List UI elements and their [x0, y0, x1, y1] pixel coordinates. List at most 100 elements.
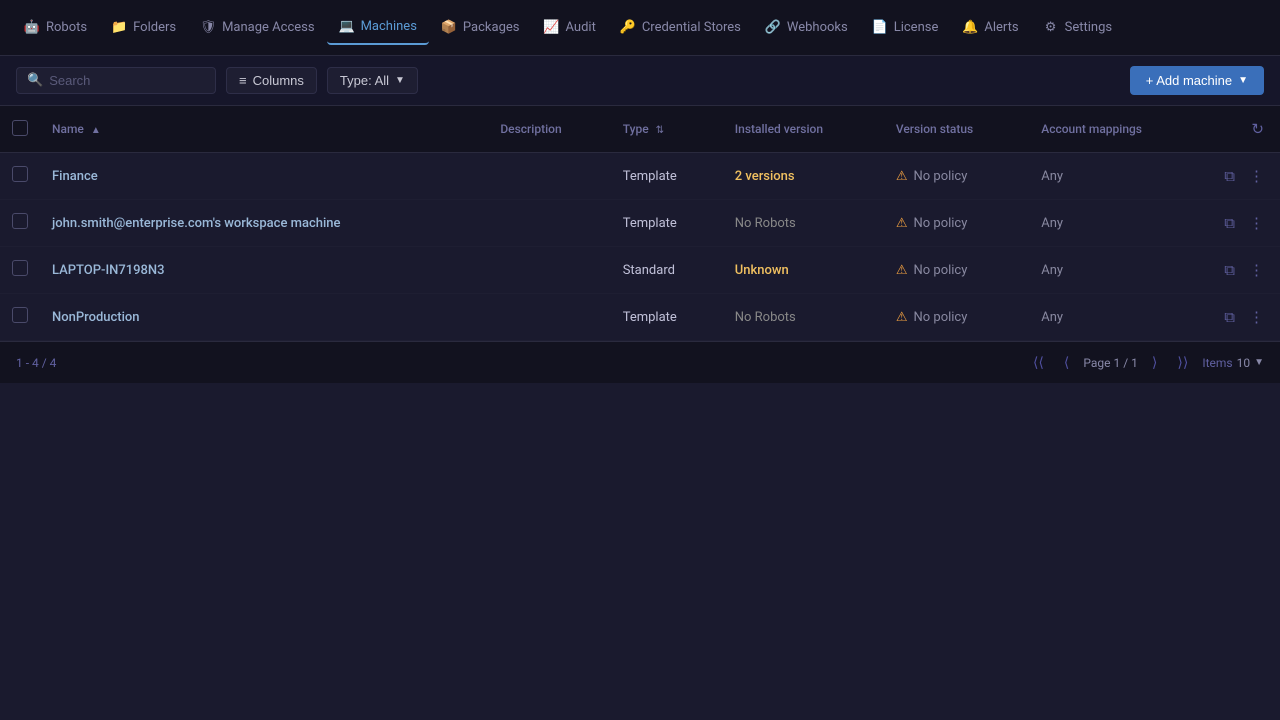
items-per-page[interactable]: Items 10 ▼	[1202, 356, 1264, 370]
page-count: 1 - 4 / 4	[16, 356, 56, 370]
table-body: Finance Template 2 versions ⚠ No policy …	[0, 153, 1280, 341]
col-account-mappings-label: Account mappings	[1041, 122, 1142, 136]
table-row: Finance Template 2 versions ⚠ No policy …	[0, 153, 1280, 200]
next-page-button[interactable]: ⟩	[1146, 352, 1163, 373]
col-type-label: Type	[623, 122, 649, 136]
nav-item-settings[interactable]: ⚙ Settings	[1031, 12, 1124, 44]
nav-item-machines[interactable]: 💻 Machines	[327, 11, 429, 45]
more-options-button-0[interactable]: ⋮	[1245, 163, 1268, 189]
nav-label-audit: Audit	[566, 20, 596, 35]
col-version-status: Version status	[884, 106, 1029, 153]
row-version-status-0: ⚠ No policy	[884, 153, 1029, 200]
row-account-mappings-1: Any	[1029, 200, 1208, 247]
row-account-mappings-2: Any	[1029, 247, 1208, 294]
search-box[interactable]: 🔍	[16, 67, 216, 94]
first-page-button[interactable]: ⟨⟨	[1027, 352, 1050, 373]
credential-icon: 🔑	[620, 20, 636, 36]
columns-icon: ≡	[239, 73, 247, 88]
type-filter-label: Type: All	[340, 73, 389, 88]
shield-icon: 🛡	[200, 20, 216, 36]
copy-button-3[interactable]: ⧉	[1220, 305, 1239, 330]
col-refresh[interactable]: ↻	[1208, 106, 1280, 153]
nav-label-manage-access: Manage Access	[222, 20, 315, 35]
row-account-mappings-3: Any	[1029, 294, 1208, 341]
nav-item-robots[interactable]: 🤖 Robots	[12, 12, 99, 44]
columns-button[interactable]: ≡ Columns	[226, 67, 317, 94]
copy-button-0[interactable]: ⧉	[1220, 164, 1239, 189]
machines-table-container: Name ▲ Description Type ⇅ Installed vers…	[0, 106, 1280, 341]
nav-label-credential-stores: Credential Stores	[642, 20, 741, 35]
machines-table: Name ▲ Description Type ⇅ Installed vers…	[0, 106, 1280, 341]
refresh-button[interactable]: ↻	[1247, 116, 1268, 142]
copy-button-2[interactable]: ⧉	[1220, 258, 1239, 283]
robot-icon: 🤖	[24, 20, 40, 36]
warning-icon-1: ⚠	[896, 216, 908, 231]
row-type-2: Standard	[611, 247, 723, 294]
nav-item-packages[interactable]: 📦 Packages	[429, 12, 532, 44]
row-version-status-3: ⚠ No policy	[884, 294, 1029, 341]
row-checkbox-2[interactable]	[12, 260, 28, 276]
row-description-0	[488, 153, 610, 200]
row-type-1: Template	[611, 200, 723, 247]
nav-label-folders: Folders	[133, 20, 176, 35]
nav-item-folders[interactable]: 📁 Folders	[99, 12, 188, 44]
nav-item-alerts[interactable]: 🔔 Alerts	[950, 12, 1030, 44]
row-checkbox-cell[interactable]	[0, 294, 40, 341]
row-checkbox-cell[interactable]	[0, 200, 40, 247]
row-name-3: NonProduction	[40, 294, 488, 341]
row-installed-version-1: No Robots	[723, 200, 884, 247]
col-type-sort-icon: ⇅	[656, 125, 664, 136]
row-name-0: Finance	[40, 153, 488, 200]
select-all-header[interactable]	[0, 106, 40, 153]
warning-icon-0: ⚠	[896, 169, 908, 184]
col-description: Description	[488, 106, 610, 153]
select-all-checkbox[interactable]	[12, 120, 28, 136]
row-name-2: LAPTOP-IN7198N3	[40, 247, 488, 294]
license-icon: 📄	[872, 20, 888, 36]
table-row: LAPTOP-IN7198N3 Standard Unknown ⚠ No po…	[0, 247, 1280, 294]
row-type-3: Template	[611, 294, 723, 341]
chevron-down-icon: ▼	[395, 75, 405, 86]
col-name-label: Name	[52, 122, 84, 136]
row-checkbox-1[interactable]	[12, 213, 28, 229]
col-version-status-label: Version status	[896, 122, 973, 136]
row-type-0: Template	[611, 153, 723, 200]
row-checkbox-0[interactable]	[12, 166, 28, 182]
nav-label-license: License	[894, 20, 939, 35]
row-description-2	[488, 247, 610, 294]
copy-button-1[interactable]: ⧉	[1220, 211, 1239, 236]
row-checkbox-3[interactable]	[12, 307, 28, 323]
col-account-mappings: Account mappings	[1029, 106, 1208, 153]
prev-page-button[interactable]: ⟨	[1058, 352, 1075, 373]
nav-label-alerts: Alerts	[984, 20, 1018, 35]
search-input[interactable]	[49, 73, 205, 88]
more-options-button-1[interactable]: ⋮	[1245, 210, 1268, 236]
nav-item-license[interactable]: 📄 License	[860, 12, 951, 44]
row-description-1	[488, 200, 610, 247]
nav-item-manage-access[interactable]: 🛡 Manage Access	[188, 12, 327, 44]
search-icon: 🔍	[27, 73, 43, 88]
col-installed-version-label: Installed version	[735, 122, 823, 136]
packages-icon: 📦	[441, 20, 457, 36]
row-checkbox-cell[interactable]	[0, 247, 40, 294]
nav-item-audit[interactable]: 📈 Audit	[532, 12, 608, 44]
more-options-button-3[interactable]: ⋮	[1245, 304, 1268, 330]
status-text-3: No policy	[913, 310, 967, 325]
type-filter-button[interactable]: Type: All ▼	[327, 67, 418, 94]
more-options-button-2[interactable]: ⋮	[1245, 257, 1268, 283]
add-machine-label: + Add machine	[1146, 73, 1232, 88]
col-name[interactable]: Name ▲	[40, 106, 488, 153]
last-page-button[interactable]: ⟩⟩	[1171, 352, 1194, 373]
row-actions-2: ⧉ ⋮	[1208, 247, 1280, 294]
row-checkbox-cell[interactable]	[0, 153, 40, 200]
nav-item-credential-stores[interactable]: 🔑 Credential Stores	[608, 12, 753, 44]
row-version-status-2: ⚠ No policy	[884, 247, 1029, 294]
nav-label-robots: Robots	[46, 20, 87, 35]
bell-icon: 🔔	[962, 20, 978, 36]
folder-icon: 📁	[111, 20, 127, 36]
nav-item-webhooks[interactable]: 🔗 Webhooks	[753, 12, 860, 44]
col-type[interactable]: Type ⇅	[611, 106, 723, 153]
add-machine-button[interactable]: + Add machine ▼	[1130, 66, 1264, 95]
row-installed-version-0: 2 versions	[723, 153, 884, 200]
status-text-2: No policy	[913, 263, 967, 278]
